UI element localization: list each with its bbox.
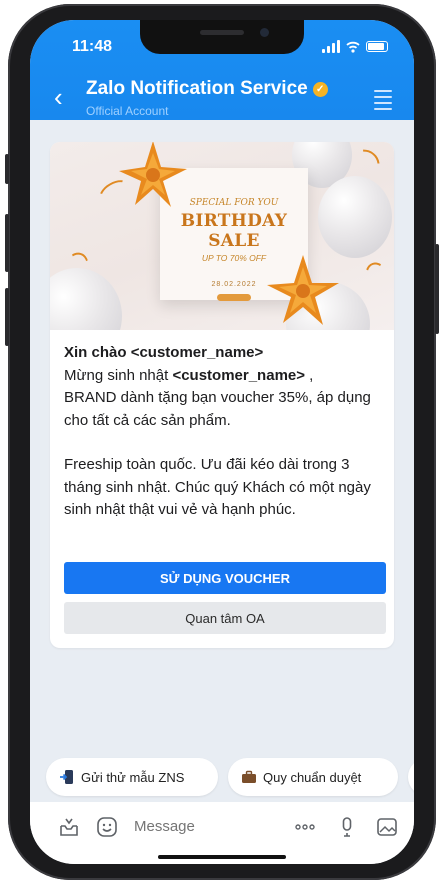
greeting-prefix: Xin chào bbox=[64, 344, 131, 361]
quick-reply-guidelines[interactable]: Quy chuẩn duyệt bbox=[228, 758, 398, 796]
quick-reply-more[interactable] bbox=[408, 758, 414, 796]
volume-up-button bbox=[5, 214, 9, 272]
status-icons bbox=[322, 40, 388, 53]
volume-down-button bbox=[5, 288, 9, 346]
use-voucher-button[interactable]: SỬ DỤNG VOUCHER bbox=[64, 562, 386, 594]
ribbon-graphic bbox=[360, 258, 394, 300]
wifi-icon bbox=[346, 41, 360, 53]
briefcase-icon bbox=[242, 770, 256, 783]
status-time: 11:48 bbox=[72, 38, 113, 55]
quick-reply-bar: Gửi thử mẫu ZNS Quy chuẩn duyệt bbox=[30, 758, 414, 798]
quick-reply-send-test[interactable]: Gửi thử mẫu ZNS bbox=[46, 758, 218, 796]
freeship-text: Freeship toàn quốc. Ưu đãi kéo dài trong… bbox=[64, 456, 371, 518]
mute-switch bbox=[5, 154, 9, 184]
menu-list-icon[interactable] bbox=[374, 90, 392, 114]
signal-icon bbox=[322, 40, 340, 53]
quick-reply-label: Quy chuẩn duyệt bbox=[263, 769, 362, 785]
oa-name: Zalo Notification Service bbox=[86, 78, 308, 99]
birthday-line-suffix: , bbox=[305, 366, 314, 384]
sticker-box-icon[interactable] bbox=[58, 816, 80, 838]
emoji-icon[interactable] bbox=[96, 816, 118, 838]
voucher-text: BRAND dành tặng bạn voucher 35%, áp dụng… bbox=[64, 389, 371, 429]
phone-frame: 11:48 ‹ Zalo Notification Service ✓ Offi… bbox=[5, 4, 439, 880]
birthday-line-prefix: Mừng sinh nhật bbox=[64, 366, 173, 384]
sale-shop-button-graphic bbox=[217, 294, 251, 301]
screen: 11:48 ‹ Zalo Notification Service ✓ Offi… bbox=[30, 20, 414, 864]
message-input-bar bbox=[30, 802, 414, 864]
battery-icon bbox=[366, 41, 388, 52]
message-input[interactable] bbox=[134, 818, 284, 835]
verified-badge-icon: ✓ bbox=[312, 81, 328, 97]
image-icon[interactable] bbox=[376, 816, 398, 838]
chat-title: Zalo Notification Service ✓ bbox=[86, 78, 328, 100]
birthday-line-name: <customer_name> bbox=[172, 366, 306, 384]
microphone-icon[interactable] bbox=[336, 816, 358, 838]
back-arrow-icon[interactable]: ‹ bbox=[54, 84, 63, 110]
notch bbox=[140, 20, 304, 54]
balloon-graphic bbox=[318, 176, 392, 258]
sale-title: BIRTHDAY SALE bbox=[180, 211, 288, 251]
gift-bow-icon bbox=[119, 142, 187, 207]
power-button bbox=[435, 244, 439, 334]
send-icon bbox=[60, 770, 73, 784]
oa-subtitle: Official Account bbox=[86, 104, 169, 118]
follow-oa-button[interactable]: Quan tâm OA bbox=[64, 602, 386, 634]
zns-message-card: SPECIAL FOR YOU BIRTHDAY SALE UP TO 70% … bbox=[50, 142, 394, 648]
message-body: Xin chào <customer_name> Mừng sinh nhật … bbox=[64, 342, 382, 522]
home-indicator bbox=[158, 855, 286, 859]
birthday-banner-image: SPECIAL FOR YOU BIRTHDAY SALE UP TO 70% … bbox=[50, 142, 394, 330]
greeting-name: <customer_name> bbox=[130, 344, 264, 361]
more-options-icon[interactable] bbox=[294, 816, 316, 838]
gift-bow-icon bbox=[267, 255, 339, 325]
quick-reply-label: Gửi thử mẫu ZNS bbox=[81, 769, 185, 785]
